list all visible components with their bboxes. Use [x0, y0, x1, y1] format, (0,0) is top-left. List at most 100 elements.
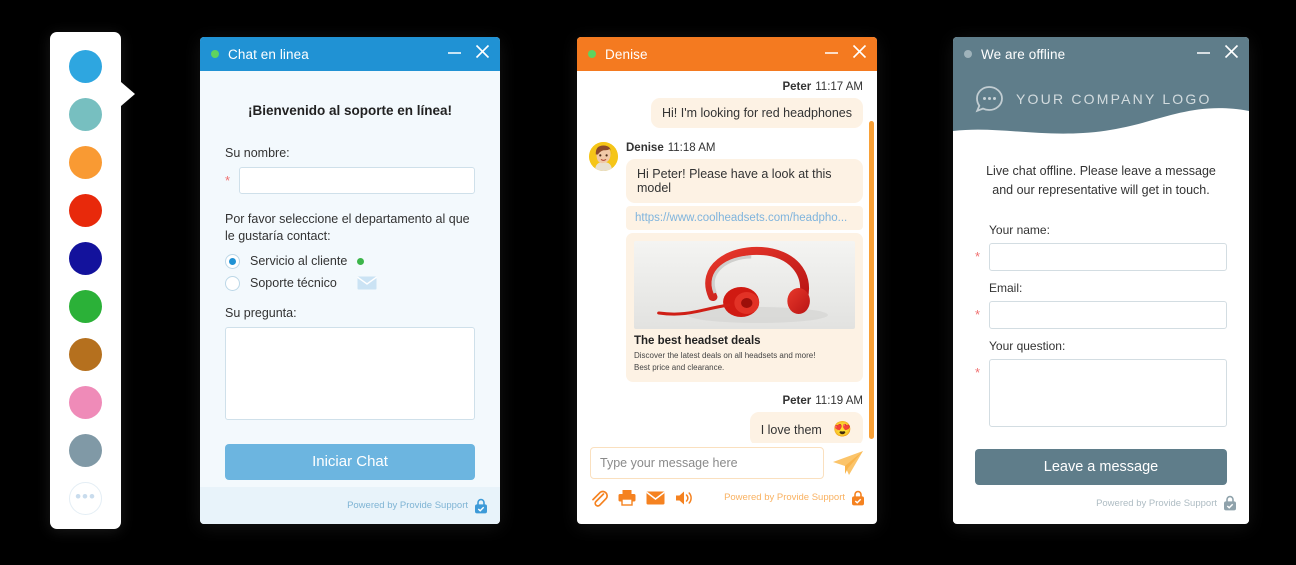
department-option-label: Soporte técnico	[250, 276, 337, 291]
window2-header: Denise	[577, 37, 877, 71]
required-asterisk: *	[975, 364, 981, 380]
color-swatch-green[interactable]	[69, 290, 102, 323]
leave-message-button[interactable]: Leave a message	[975, 448, 1227, 485]
color-picker-panel: •••	[50, 32, 135, 529]
printer-icon[interactable]	[618, 489, 636, 506]
radio-icon-unselected[interactable]	[225, 275, 240, 291]
lock-icon	[1223, 495, 1237, 511]
mail-icon	[356, 276, 377, 290]
online-status-icon	[357, 257, 365, 265]
email-input[interactable]	[989, 300, 1227, 329]
message-time: 11:19 AM	[815, 395, 863, 407]
color-swatch-navy[interactable]	[69, 242, 102, 275]
link-preview-card[interactable]: The best headset deals Discover the late…	[626, 233, 863, 382]
welcome-heading: ¡Bienvenido al soporte en línea!	[247, 103, 453, 118]
start-chat-button[interactable]: Iniciar Chat	[225, 443, 475, 480]
chat-scrollbar[interactable]	[869, 121, 874, 439]
message-meta: Denise 11:18 AM	[626, 142, 863, 154]
chat-tool-icons	[577, 489, 695, 507]
message-bubble: Hi! I'm looking for red headphones	[651, 98, 863, 128]
message-bubble: Hi Peter! Please have a look at this mod…	[626, 159, 863, 203]
name-field-row: *	[225, 167, 475, 194]
status-dot-offline	[964, 50, 972, 58]
window1-footer: Powered by Provide Support	[200, 487, 500, 524]
chat-window-conversation: Denise Peter 11:17 AM Hi! I'm looking for…	[577, 37, 877, 524]
logo-inner: YOUR COMPANY LOGO	[953, 71, 1249, 127]
department-option-label: Servicio al cliente	[250, 254, 348, 269]
message-input-row	[577, 447, 877, 479]
department-option-tech-support[interactable]: Soporte técnico	[225, 275, 475, 291]
email-row: *	[975, 300, 1227, 329]
heart-eyes-emoji-icon: 😍	[833, 421, 852, 438]
window3-footer: Powered by Provide Support	[953, 484, 1249, 522]
email-icon[interactable]	[646, 491, 665, 505]
offline-intro-text: Live chat offline. Please leave a messag…	[986, 164, 1216, 198]
color-swatch-pink[interactable]	[69, 386, 102, 419]
question-field-label: Su pregunta:	[225, 305, 297, 320]
close-icon[interactable]	[852, 44, 867, 64]
minimize-icon[interactable]	[824, 45, 839, 64]
your-name-label: Your name:	[989, 222, 1050, 237]
powered-by-label: Powered by Provide Support	[724, 492, 845, 503]
your-question-textarea[interactable]	[989, 358, 1227, 427]
radio-icon-selected[interactable]	[225, 253, 240, 269]
message-author: Peter	[782, 81, 812, 93]
picker-pointer	[121, 82, 135, 106]
name-input[interactable]	[239, 167, 475, 194]
color-swatch-slate[interactable]	[69, 434, 102, 467]
department-question-label: Por favor seleccione el departamento al …	[225, 212, 470, 243]
message-time: 11:17 AM	[815, 81, 863, 93]
message-author: Peter	[782, 395, 812, 407]
send-icon[interactable]	[832, 450, 864, 476]
message-row: Peter 11:17 AM Hi! I'm looking for red he…	[589, 81, 863, 128]
message-meta: Peter 11:17 AM	[589, 81, 863, 93]
message-text: I love them	[760, 423, 822, 437]
department-option-customer-service[interactable]: Servicio al cliente	[225, 253, 475, 269]
question-textarea[interactable]	[225, 326, 475, 420]
color-swatch-red[interactable]	[69, 194, 102, 227]
close-icon[interactable]	[1224, 44, 1239, 64]
message-time: 11:18 AM	[667, 142, 716, 154]
powered-by-label: Powered by Provide Support	[347, 500, 468, 511]
avatar	[589, 142, 618, 171]
message-link[interactable]: https://www.coolheadsets.com/headpho...	[626, 206, 863, 230]
company-logo-text: YOUR COMPANY LOGO	[1016, 91, 1212, 107]
powered-by-label: Powered by Provide Support	[1096, 497, 1217, 509]
window3-title: We are offline	[981, 46, 1066, 62]
window1-body: ¡Bienvenido al soporte en línea! Su nomb…	[200, 71, 500, 487]
more-colors-icon[interactable]: •••	[69, 482, 102, 515]
message-input[interactable]	[590, 447, 824, 479]
window2-title: Denise	[605, 46, 648, 62]
color-swatch-brown[interactable]	[69, 338, 102, 371]
lock-icon	[851, 490, 865, 506]
message-list[interactable]: Peter 11:17 AM Hi! I'm looking for red he…	[577, 71, 877, 443]
close-icon[interactable]	[475, 44, 490, 64]
card-subtitle-line1: Discover the latest deals on all headset…	[634, 351, 816, 360]
message-author: Denise	[626, 142, 664, 154]
paperclip-icon[interactable]	[590, 489, 608, 507]
status-dot-online	[211, 50, 219, 58]
email-label: Email:	[989, 280, 1023, 295]
window1-header: Chat en linea	[200, 37, 500, 71]
color-swatch-orange[interactable]	[69, 146, 102, 179]
your-name-row: *	[975, 242, 1227, 271]
color-swatch-teal[interactable]	[69, 98, 102, 131]
message-meta: Peter 11:19 AM	[589, 395, 863, 407]
headphones-image	[634, 241, 855, 329]
window3-body: Live chat offline. Please leave a messag…	[953, 144, 1249, 485]
sound-icon[interactable]	[675, 490, 695, 506]
card-title: The best headset deals	[634, 335, 761, 347]
required-asterisk: *	[225, 173, 231, 188]
your-name-input[interactable]	[989, 242, 1227, 271]
card-subtitle-line2: Best price and clearance.	[634, 363, 725, 372]
chat-bubble-logo-icon	[975, 85, 1005, 113]
message-content: Denise 11:18 AM Hi Peter! Please have a l…	[626, 142, 863, 382]
screenshot-stage: ••• Chat en linea ¡Bienvenido al soporte…	[0, 0, 1296, 565]
chat-window-prechat-spanish: Chat en linea ¡Bienvenido al soporte en …	[200, 37, 500, 524]
company-logo-band: YOUR COMPANY LOGO	[953, 71, 1249, 144]
message-row: Peter 11:19 AM I love them 😍	[589, 395, 863, 443]
minimize-icon[interactable]	[447, 45, 462, 64]
minimize-icon[interactable]	[1196, 45, 1211, 64]
color-swatch-blue[interactable]	[69, 50, 102, 83]
